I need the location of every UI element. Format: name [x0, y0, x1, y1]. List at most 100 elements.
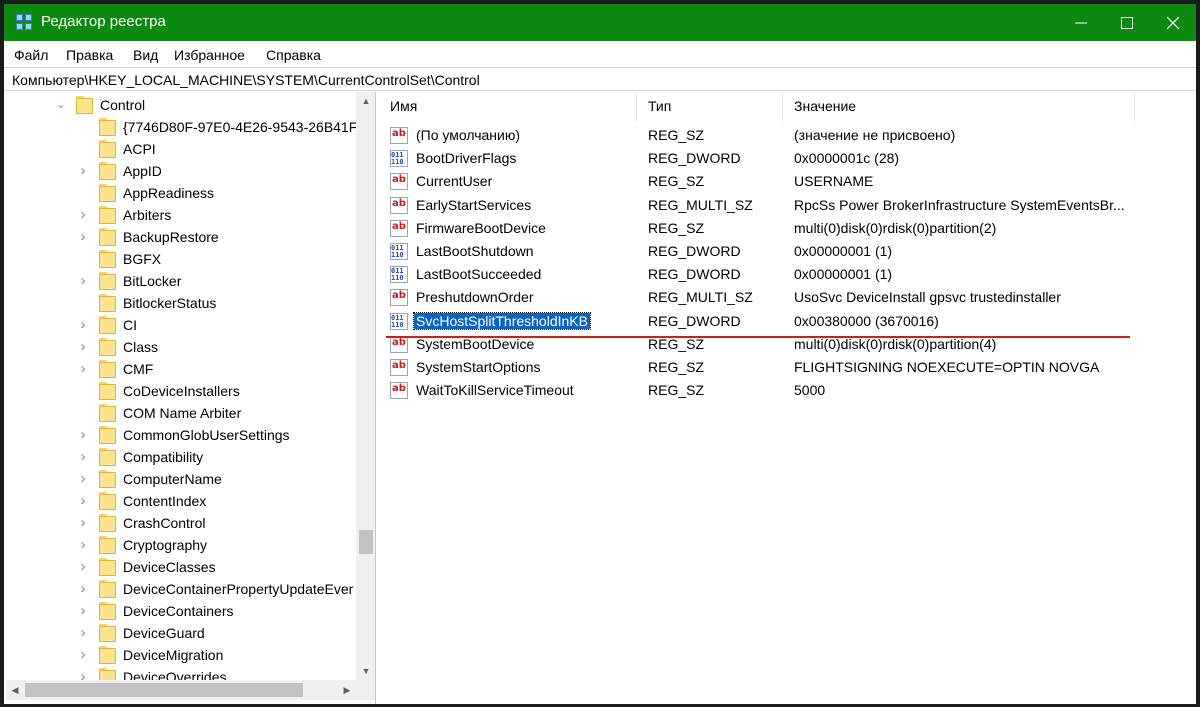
expand-chevron-icon[interactable]: ›	[78, 361, 88, 376]
expand-chevron-icon[interactable]: ›	[78, 647, 88, 662]
expand-chevron-icon[interactable]: ›	[78, 229, 88, 244]
close-button[interactable]	[1150, 4, 1196, 41]
expand-chevron-icon[interactable]: ›	[78, 339, 88, 354]
folder-open-icon	[76, 96, 94, 114]
expand-chevron-icon[interactable]: ›	[78, 449, 88, 464]
collapse-chevron-icon[interactable]: ⌄	[56, 99, 66, 111]
tree-item[interactable]: › CrashControl	[6, 512, 356, 534]
menu-bar: Файл Правка Вид Избранное Справка	[4, 41, 1196, 67]
tree-item[interactable]: › CommonGlobUserSettings	[6, 424, 356, 446]
tree-item[interactable]: › ContentIndex	[6, 490, 356, 512]
expand-chevron-icon[interactable]: ›	[78, 317, 88, 332]
value-name: EarlyStartServices	[416, 196, 532, 213]
column-separator[interactable]	[636, 92, 637, 122]
value-row[interactable]: WaitToKillServiceTimeout REG_SZ 5000	[380, 379, 1196, 402]
registry-editor-icon	[16, 14, 33, 31]
tree-item[interactable]: AppReadiness	[6, 182, 356, 204]
value-data: 0x00380000 (3670016)	[794, 312, 939, 329]
folder-icon	[99, 514, 117, 532]
tree-item[interactable]: › CMF	[6, 358, 356, 380]
tree-item[interactable]: › DeviceContainerPropertyUpdateEver	[6, 578, 356, 600]
title-bar[interactable]: Редактор реестра	[4, 4, 1196, 41]
tree-item[interactable]: › AppID	[6, 160, 356, 182]
expand-chevron-icon[interactable]: ›	[78, 427, 88, 442]
value-row[interactable]: LastBootSucceeded REG_DWORD 0x00000001 (1)	[380, 263, 1196, 286]
menu-edit[interactable]: Правка	[66, 47, 113, 63]
scroll-right-icon[interactable]: ▶	[338, 680, 356, 700]
value-data: 5000	[794, 382, 826, 399]
column-separator[interactable]	[782, 92, 783, 122]
expand-chevron-icon[interactable]: ›	[78, 515, 88, 530]
expand-chevron-icon[interactable]: ›	[78, 537, 88, 552]
expand-chevron-icon[interactable]: ›	[78, 273, 88, 288]
value-row[interactable]: (По умолчанию) REG_SZ (значение не присвое…	[380, 124, 1196, 147]
expand-chevron-icon[interactable]: ›	[78, 471, 88, 486]
tree-item[interactable]: › DeviceGuard	[6, 622, 356, 644]
column-header-data[interactable]: Значение	[784, 92, 1134, 120]
tree-item[interactable]: › DeviceContainers	[6, 600, 356, 622]
folder-icon	[99, 624, 117, 642]
scroll-left-icon[interactable]: ◀	[6, 680, 24, 700]
column-header-type[interactable]: Тип	[638, 92, 783, 120]
tree-item[interactable]: › CI	[6, 314, 356, 336]
expand-chevron-icon[interactable]: ›	[78, 625, 88, 640]
menu-favorites[interactable]: Избранное	[174, 47, 245, 63]
scroll-up-icon[interactable]: ▲	[356, 92, 375, 110]
tree-vertical-scrollbar[interactable]: ▲ ▼	[356, 92, 375, 680]
tree-horizontal-scrollbar[interactable]: ◀ ▶	[6, 680, 356, 700]
value-row[interactable]: PreshutdownOrder REG_MULTI_SZ UsoSvc Devic…	[380, 286, 1196, 309]
tree-item[interactable]: › Arbiters	[6, 204, 356, 226]
tree-item[interactable]: › Compatibility	[6, 446, 356, 468]
scroll-thumb[interactable]	[359, 530, 373, 554]
close-icon	[1167, 16, 1179, 29]
tree-item[interactable]: › BitLocker	[6, 270, 356, 292]
value-row[interactable]: CurrentUser REG_SZ USERNAME	[380, 170, 1196, 193]
tree-item[interactable]: › ComputerName	[6, 468, 356, 490]
expand-chevron-icon[interactable]: ›	[78, 207, 88, 222]
value-row[interactable]: SystemStartOptions REG_SZ FLIGHTSIGNING N…	[380, 356, 1196, 379]
tree-item[interactable]: › DeviceClasses	[6, 556, 356, 578]
menu-view[interactable]: Вид	[133, 47, 158, 63]
tree-item[interactable]: › Class	[6, 336, 356, 358]
tree-item[interactable]: BGFX	[6, 248, 356, 270]
expand-chevron-icon[interactable]: ›	[78, 559, 88, 574]
expand-chevron-icon[interactable]: ›	[78, 581, 88, 596]
value-row[interactable]: EarlyStartServices REG_MULTI_SZ RpcSs Powe…	[380, 194, 1196, 217]
address-bar[interactable]: Компьютер\HKEY_LOCAL_MACHINE\SYSTEM\Curr…	[4, 67, 1196, 91]
tree-item[interactable]: ACPI	[6, 138, 356, 160]
tree-item[interactable]: › Cryptography	[6, 534, 356, 556]
value-row[interactable]: FirmwareBootDevice REG_SZ multi(0)disk(0)r…	[380, 217, 1196, 240]
column-separator[interactable]	[1134, 92, 1135, 122]
minimize-button[interactable]	[1058, 4, 1104, 41]
value-type: REG_MULTI_SZ	[648, 196, 753, 213]
value-name: LastBootShutdown	[416, 243, 534, 259]
tree-item[interactable]: › DeviceMigration	[6, 644, 356, 666]
scroll-thumb-horizontal[interactable]	[25, 683, 303, 697]
value-row[interactable]: BootDriverFlags REG_DWORD 0x0000001c (28)	[380, 147, 1196, 170]
menu-help[interactable]: Справка	[266, 47, 321, 63]
expand-chevron-icon[interactable]: ›	[78, 163, 88, 178]
tree-item[interactable]: CoDeviceInstallers	[6, 380, 356, 402]
value-name: CurrentUser	[416, 173, 493, 190]
tree-item[interactable]: › BackupRestore	[6, 226, 356, 248]
values-pane: Имя Тип Значение (По умолчанию) REG_SZ (зн…	[380, 92, 1196, 704]
tree-item-label: ComputerName	[123, 471, 222, 487]
menu-file[interactable]: Файл	[14, 47, 48, 63]
scroll-down-icon[interactable]: ▼	[356, 662, 375, 680]
value-row[interactable]: LastBootShutdown REG_DWORD 0x00000001 (1)	[380, 240, 1196, 263]
tree-item-control[interactable]: ⌄ Control	[6, 94, 356, 116]
expand-chevron-icon[interactable]: ›	[78, 603, 88, 618]
address-path[interactable]: Компьютер\HKEY_LOCAL_MACHINE\SYSTEM\Curr…	[12, 72, 480, 88]
maximize-button[interactable]	[1104, 4, 1150, 41]
value-row[interactable]: SvcHostSplitThresholdInKB REG_DWORD 0x0038…	[380, 310, 1196, 333]
tree-item[interactable]: COM Name Arbiter	[6, 402, 356, 424]
minimize-icon	[1075, 22, 1087, 23]
tree-item[interactable]: BitlockerStatus	[6, 292, 356, 314]
column-header-name[interactable]: Имя	[380, 92, 635, 120]
tree-item-label: Control	[100, 97, 146, 113]
tree-item-label: CMF	[123, 361, 154, 377]
value-type: REG_DWORD	[648, 150, 741, 167]
folder-icon	[99, 206, 117, 224]
expand-chevron-icon[interactable]: ›	[78, 493, 88, 508]
tree-item[interactable]: {7746D80F-97E0-4E26-9543-26B41FC	[6, 116, 367, 138]
